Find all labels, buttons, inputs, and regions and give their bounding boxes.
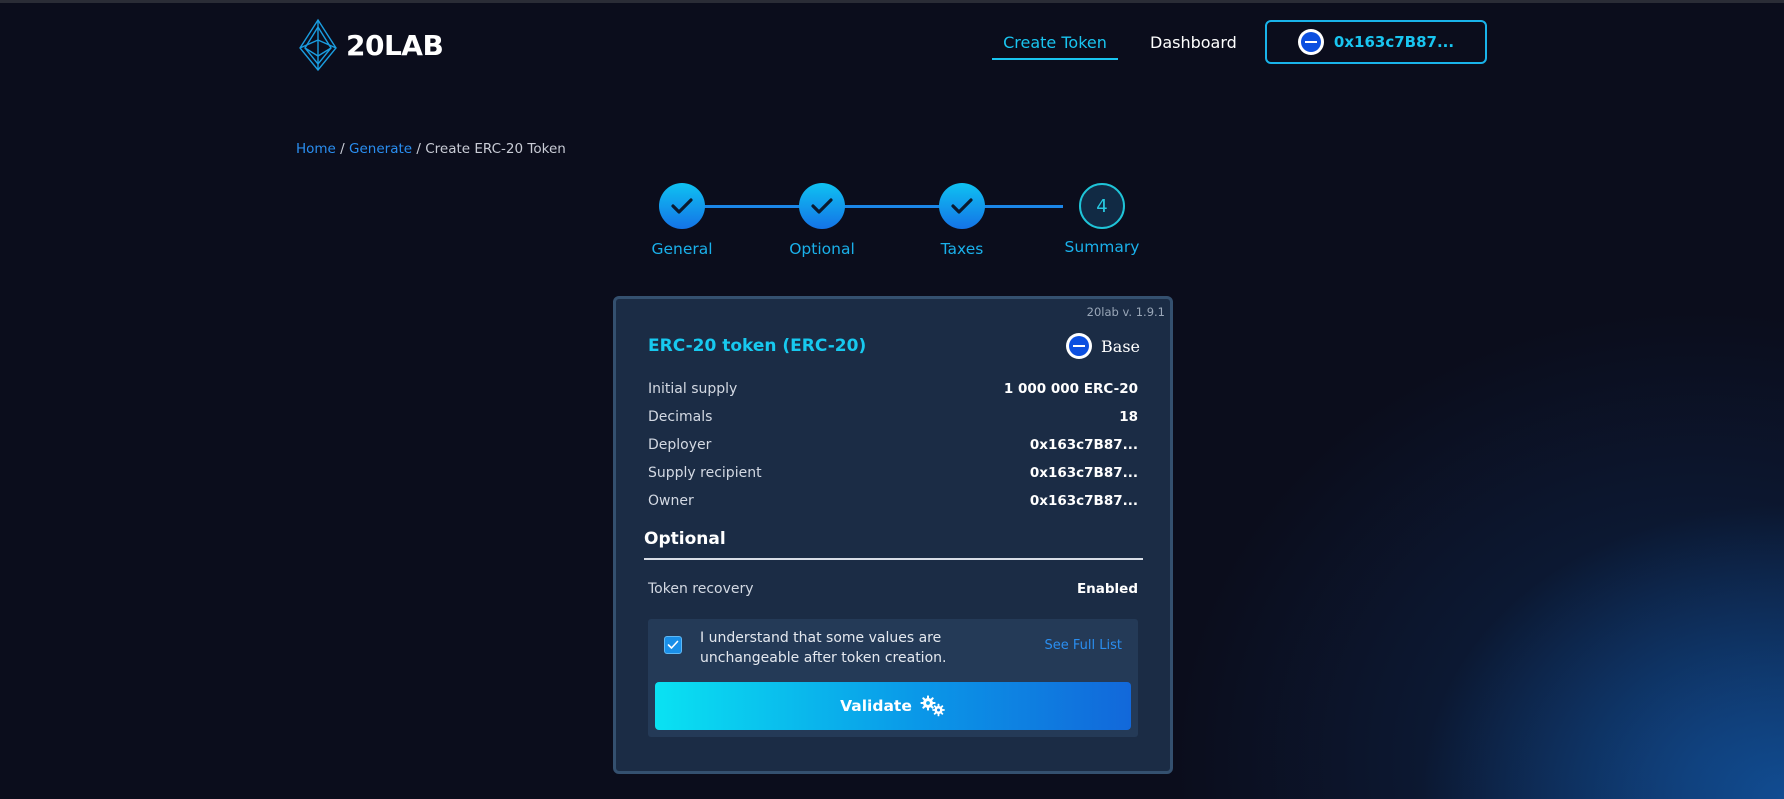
logo[interactable]: 20LAB (296, 18, 444, 72)
stepper: General Optional Taxes 4 Summary (640, 180, 1140, 270)
check-icon (671, 198, 693, 214)
step-summary-label: Summary (1064, 238, 1140, 256)
section-divider (644, 558, 1143, 560)
row-value: 1 000 000 ERC-20 (1003, 381, 1138, 397)
check-icon (811, 198, 833, 214)
checkmark-icon (667, 640, 679, 649)
step-general-circle[interactable] (659, 183, 705, 229)
validate-button[interactable]: Validate (655, 682, 1131, 730)
step-summary-number: 4 (1096, 195, 1108, 217)
row-value: 0x163c7B87... (1029, 465, 1138, 481)
version-label: 20lab v. 1.9.1 (1086, 305, 1165, 319)
row-value: Enabled (1076, 581, 1138, 597)
understand-checkbox[interactable] (664, 636, 682, 654)
breadcrumb-current: Create ERC-20 Token (425, 141, 566, 157)
summary-row-supply-recipient: Supply recipient 0x163c7B87... (648, 465, 1138, 481)
step-taxes-circle[interactable] (939, 183, 985, 229)
summary-row-initial-supply: Initial supply 1 000 000 ERC-20 (648, 381, 1138, 397)
breadcrumb-separator: / (416, 141, 421, 157)
step-summary-circle[interactable]: 4 (1079, 183, 1125, 229)
breadcrumb: Home / Generate / Create ERC-20 Token (296, 141, 566, 157)
row-label: Supply recipient (648, 465, 762, 481)
validate-label: Validate (840, 697, 912, 715)
summary-row-decimals: Decimals 18 (648, 409, 1138, 425)
breadcrumb-generate[interactable]: Generate (349, 141, 412, 157)
stepper-line (683, 205, 1063, 208)
breadcrumb-home[interactable]: Home (296, 141, 336, 157)
step-optional-circle[interactable] (799, 183, 845, 229)
summary-card: 20lab v. 1.9.1 ERC-20 token (ERC-20) Bas… (613, 296, 1173, 774)
base-network-icon (1066, 333, 1093, 359)
step-optional-label: Optional (789, 240, 855, 258)
row-value: 0x163c7B87... (1029, 493, 1138, 509)
logo-text: 20LAB (346, 28, 444, 62)
token-title: ERC-20 token (ERC-20) (648, 336, 867, 356)
row-label: Deployer (648, 437, 712, 453)
see-full-list-link[interactable]: See Full List (1045, 638, 1122, 653)
confirmation-text: I understand that some values are unchan… (700, 630, 947, 666)
base-network-icon (1297, 29, 1324, 55)
step-general-label: General (651, 240, 713, 258)
top-border (0, 0, 1784, 3)
summary-row-deployer: Deployer 0x163c7B87... (648, 437, 1138, 453)
check-icon (951, 198, 973, 214)
summary-row-owner: Owner 0x163c7B87... (648, 493, 1138, 509)
row-label: Token recovery (648, 581, 754, 597)
row-label: Decimals (648, 409, 713, 425)
row-label: Initial supply (648, 381, 738, 397)
confirmation-box: I understand that some values are unchan… (648, 619, 1138, 737)
wallet-address: 0x163c7B87... (1333, 33, 1455, 51)
step-taxes-label: Taxes (940, 240, 984, 258)
nav-dashboard[interactable]: Dashboard (1150, 33, 1237, 52)
summary-row-token-recovery: Token recovery Enabled (648, 581, 1138, 597)
logo-icon (299, 18, 337, 72)
gears-icon (920, 695, 945, 717)
network-name: Base (1101, 336, 1140, 356)
row-value: 0x163c7B87... (1029, 437, 1138, 453)
wallet-button[interactable]: 0x163c7B87... (1265, 20, 1487, 64)
optional-section-title: Optional (644, 529, 726, 549)
nav-create-token[interactable]: Create Token (992, 33, 1118, 60)
row-label: Owner (648, 493, 694, 509)
network-indicator: Base (1066, 333, 1140, 359)
row-value: 18 (1119, 409, 1138, 425)
breadcrumb-separator: / (340, 141, 345, 157)
